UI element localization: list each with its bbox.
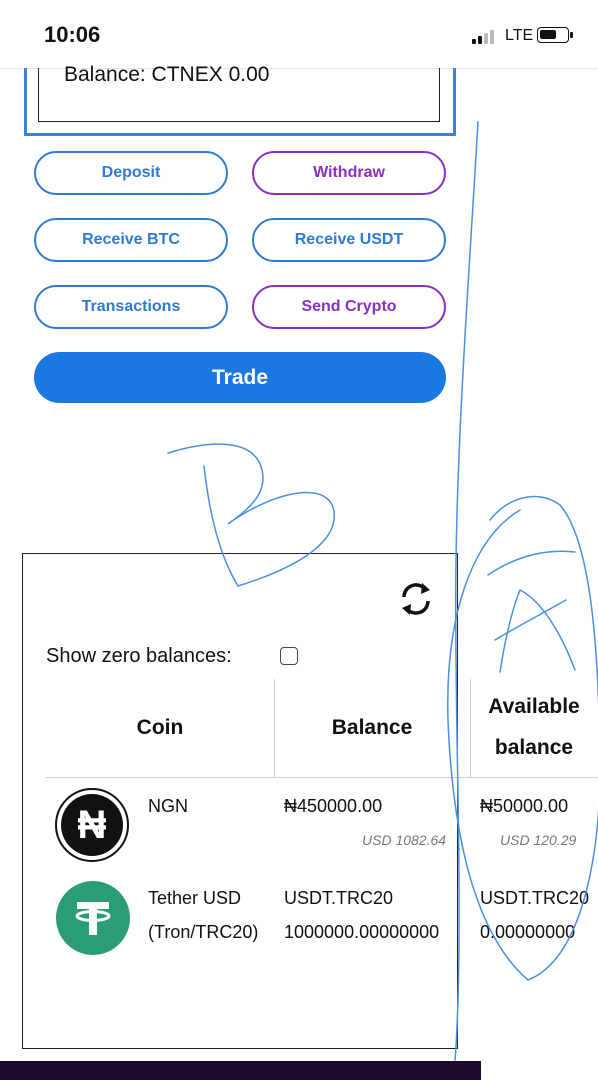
available-currency: USDT.TRC20 xyxy=(480,888,590,908)
balance-usd-value: USD 1082.64 xyxy=(362,832,447,848)
trade-button[interactable]: Trade xyxy=(34,352,446,403)
status-bar: 10:06 LTE xyxy=(0,0,598,69)
coin-network: (Tron/TRC20) xyxy=(148,922,259,942)
bottom-bar xyxy=(0,1061,481,1080)
transactions-button[interactable]: Transactions xyxy=(34,285,228,329)
status-time: 10:06 xyxy=(44,22,101,47)
balance-currency: USDT.TRC20 xyxy=(284,888,394,908)
column-header-coin: Coin xyxy=(136,716,184,739)
tether-icon xyxy=(56,881,130,955)
available-value: ₦50000.00 xyxy=(480,796,569,816)
coin-name: Tether USD xyxy=(148,888,242,908)
column-header-balance: Balance xyxy=(331,716,413,739)
show-zero-balances-label: Show zero balances: xyxy=(46,645,232,667)
table-header-divider xyxy=(46,777,598,778)
available-usd-value: USD 120.29 xyxy=(500,832,577,848)
show-zero-balances-checkbox[interactable] xyxy=(280,647,298,665)
battery-icon xyxy=(537,27,573,43)
refresh-icon[interactable] xyxy=(396,579,436,619)
deposit-button[interactable]: Deposit xyxy=(34,151,228,195)
available-value: 0.00000000 xyxy=(480,922,576,942)
balance-value: 1000000.00000000 xyxy=(284,922,440,942)
balance-text: Balance: CTNEX 0.00 xyxy=(64,63,270,86)
column-divider xyxy=(470,679,471,777)
receive-usdt-button[interactable]: Receive USDT xyxy=(252,218,446,262)
send-crypto-button[interactable]: Send Crypto xyxy=(252,285,446,329)
network-type: LTE xyxy=(505,27,534,44)
balance-value: ₦450000.00 xyxy=(284,796,383,816)
signal-icon xyxy=(472,30,498,44)
receive-btc-button[interactable]: Receive BTC xyxy=(34,218,228,262)
naira-icon: ₦ xyxy=(55,788,129,862)
column-header-available-line2: balance xyxy=(494,736,574,759)
column-header-available: Available xyxy=(488,695,580,718)
withdraw-button[interactable]: Withdraw xyxy=(252,151,446,195)
column-divider xyxy=(274,679,275,777)
coin-name: NGN xyxy=(148,796,188,816)
